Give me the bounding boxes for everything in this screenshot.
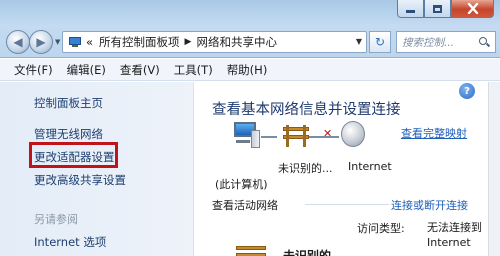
menu-bar: 文件(F) 编辑(E) 查看(V) 工具(T) 帮助(H) [0, 59, 500, 81]
maximize-button[interactable] [424, 0, 451, 18]
control-panel-home-link[interactable]: 控制面板主页 [34, 95, 103, 111]
refresh-button[interactable]: ↻ [369, 31, 391, 53]
forward-arrow-icon: ▶ [36, 35, 46, 49]
control-panel-icon [68, 36, 82, 48]
search-placeholder: 搜索控制... [402, 36, 455, 49]
minimize-button[interactable] [397, 0, 424, 18]
forward-button[interactable]: ▶ [29, 30, 53, 54]
full-map-link[interactable]: 查看完整映射 [401, 125, 467, 141]
page-title: 查看基本网络信息并设置连接 [212, 102, 401, 118]
see-also-heading: 另请参阅 [34, 213, 78, 226]
breadcrumb-separator-icon[interactable]: ▶ [185, 37, 192, 47]
advanced-sharing-link[interactable]: 更改高级共享设置 [34, 172, 126, 188]
close-button[interactable] [451, 0, 494, 18]
menu-help[interactable]: 帮助(H) [227, 62, 268, 78]
network-icon [236, 244, 266, 256]
computer-icon [230, 120, 260, 154]
search-input[interactable]: 搜索控制... [396, 31, 496, 53]
breadcrumb-overflow[interactable]: « [86, 35, 93, 49]
search-icon[interactable] [479, 36, 491, 48]
network-bench-icon [283, 123, 309, 147]
window-controls [397, 0, 494, 18]
refresh-icon: ↻ [374, 35, 386, 49]
network-name: 未识别的 [283, 249, 332, 256]
node-internet-label: Internet [348, 160, 392, 173]
connection-line [261, 136, 277, 138]
node-this-computer-label: (此计算机) [215, 178, 268, 191]
internet-globe-icon [341, 121, 365, 147]
back-button[interactable]: ◀ [6, 30, 30, 54]
menu-edit[interactable]: 编辑(E) [67, 62, 106, 78]
back-arrow-icon: ◀ [13, 35, 23, 49]
node-unknown-network-label: 未识别的... [278, 162, 333, 175]
close-icon [467, 3, 478, 14]
breadcrumb-network-center[interactable]: 网络和共享中心 [196, 34, 277, 50]
breadcrumb-all-control-panel[interactable]: 所有控制面板项 [99, 34, 180, 50]
vertical-scrollbar[interactable] [488, 82, 500, 256]
internet-options-link[interactable]: Internet 选项 [34, 234, 106, 250]
maximize-icon [433, 4, 442, 13]
minimize-icon [406, 9, 415, 13]
address-bar[interactable]: « 所有控制面板项 ▶ 网络和共享中心 ▼ [62, 31, 367, 53]
access-type-label: 访问类型: [357, 222, 405, 235]
title-bar: ◀ ▶ ▼ « 所有控制面板项 ▶ 网络和共享中心 ▼ ↻ 搜索控制... [0, 0, 500, 58]
recent-pages-dropdown[interactable]: ▼ [55, 38, 60, 46]
manage-wireless-link[interactable]: 管理无线网络 [34, 126, 103, 142]
access-type-value: 无法连接到 Internet [427, 221, 482, 249]
connection-failed-icon: ✕ [323, 127, 333, 140]
connect-disconnect-link[interactable]: 连接或断开连接 [391, 197, 468, 213]
section-divider [305, 204, 389, 205]
menu-file[interactable]: 文件(F) [14, 62, 53, 78]
menu-tools[interactable]: 工具(T) [174, 62, 213, 78]
address-dropdown-icon[interactable]: ▼ [356, 37, 362, 46]
menu-view[interactable]: 查看(V) [120, 62, 160, 78]
active-networks-heading: 查看活动网络 [212, 199, 278, 212]
highlight-box [29, 142, 118, 168]
help-icon[interactable]: ? [459, 83, 475, 99]
